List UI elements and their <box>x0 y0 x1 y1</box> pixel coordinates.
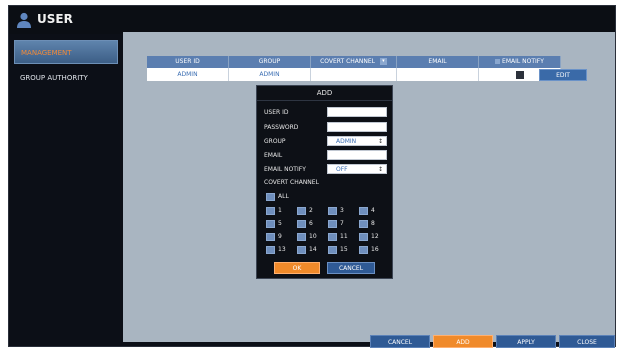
column-header-email: EMAIL <box>397 56 479 68</box>
group-label: GROUP <box>264 138 286 145</box>
channel-15-label: 15 <box>340 246 348 253</box>
channel-9-checkbox[interactable] <box>266 233 275 241</box>
password-input[interactable] <box>327 122 387 132</box>
user-icon <box>17 12 31 28</box>
channel-2-label: 2 <box>309 207 313 214</box>
email-label: EMAIL <box>264 152 283 159</box>
channel-14-checkbox[interactable] <box>297 246 306 254</box>
updown-icon: ↕ <box>377 166 383 173</box>
channel-3-label: 3 <box>340 207 344 214</box>
dialog-title: ADD <box>257 86 392 101</box>
channel-10-label: 10 <box>309 233 317 240</box>
column-header-email-notify[interactable]: EMAIL NOTIFY <box>479 56 561 68</box>
cell-covert-channel[interactable] <box>311 68 397 81</box>
channel-13-checkbox[interactable] <box>266 246 275 254</box>
channel-8-label: 8 <box>371 220 375 227</box>
channel-15-checkbox[interactable] <box>328 246 337 254</box>
channel-13-label: 13 <box>278 246 286 253</box>
channel-2-checkbox[interactable] <box>297 207 306 215</box>
channel-5-label: 5 <box>278 220 282 227</box>
cancel-button[interactable]: CANCEL <box>370 335 430 348</box>
window-title: USER <box>37 12 73 26</box>
channel-11-label: 11 <box>340 233 348 240</box>
group-select-value: ADMIN <box>336 138 357 145</box>
channel-4-label: 4 <box>371 207 375 214</box>
channel-5-checkbox[interactable] <box>266 220 275 228</box>
user-id-label: USER ID <box>264 109 289 116</box>
channel-11-checkbox[interactable] <box>328 233 337 241</box>
add-button[interactable]: ADD <box>433 335 493 348</box>
close-button[interactable]: CLOSE <box>559 335 615 348</box>
cell-group[interactable]: ADMIN <box>229 68 311 81</box>
channel-6-label: 6 <box>309 220 313 227</box>
edit-button[interactable]: EDIT <box>539 69 587 81</box>
column-header-covert-channel[interactable]: COVERT CHANNEL ▾ <box>311 56 397 68</box>
ok-button[interactable]: OK <box>274 262 320 274</box>
channel-16-checkbox[interactable] <box>359 246 368 254</box>
channel-1-checkbox[interactable] <box>266 207 275 215</box>
apply-button[interactable]: APPLY <box>496 335 556 348</box>
cell-email[interactable] <box>397 68 479 81</box>
group-select[interactable]: ADMIN ↕ <box>327 136 387 146</box>
channel-7-checkbox[interactable] <box>328 220 337 228</box>
email-notify-checkbox[interactable] <box>515 70 524 79</box>
channel-4-checkbox[interactable] <box>359 207 368 215</box>
channel-14-label: 14 <box>309 246 317 253</box>
cell-user-id[interactable]: ADMIN <box>147 68 229 81</box>
covert-channel-label: COVERT CHANNEL <box>264 179 319 186</box>
title-bar: USER <box>9 6 615 34</box>
password-label: PASSWORD <box>264 124 299 131</box>
email-notify-header-label: EMAIL NOTIFY <box>502 58 544 65</box>
channel-9-label: 9 <box>278 233 282 240</box>
channel-8-checkbox[interactable] <box>359 220 368 228</box>
channel-1-label: 1 <box>278 207 282 214</box>
channel-16-label: 16 <box>371 246 379 253</box>
channel-7-label: 7 <box>340 220 344 227</box>
add-user-dialog: ADD USER ID PASSWORD GROUP ADMIN ↕ EMAIL… <box>256 85 393 279</box>
channel-all-checkbox[interactable] <box>266 193 275 201</box>
column-header-group: GROUP <box>229 56 311 68</box>
covert-channel-header-label: COVERT CHANNEL <box>320 58 375 65</box>
updown-icon: ↕ <box>377 138 383 145</box>
sidebar-item-group-authority[interactable]: GROUP AUTHORITY <box>14 66 118 90</box>
chevron-down-icon: ▾ <box>379 58 387 65</box>
sidebar-item-management[interactable]: MANAGEMENT <box>14 40 118 64</box>
channel-10-checkbox[interactable] <box>297 233 306 241</box>
channel-3-checkbox[interactable] <box>328 207 337 215</box>
app-frame: USER MANAGEMENT GROUP AUTHORITY USER ID … <box>8 5 616 347</box>
dialog-cancel-button[interactable]: CANCEL <box>327 262 375 274</box>
channel-6-checkbox[interactable] <box>297 220 306 228</box>
channel-12-checkbox[interactable] <box>359 233 368 241</box>
channel-all-label: ALL <box>278 193 289 200</box>
channel-12-label: 12 <box>371 233 379 240</box>
column-header-user-id: USER ID <box>147 56 229 68</box>
email-notify-select[interactable]: OFF ↕ <box>327 164 387 174</box>
user-id-input[interactable] <box>327 107 387 117</box>
email-input[interactable] <box>327 150 387 160</box>
email-notify-label: EMAIL NOTIFY <box>264 166 306 173</box>
select-all-checkbox[interactable] <box>495 59 501 64</box>
email-notify-select-value: OFF <box>336 166 348 173</box>
